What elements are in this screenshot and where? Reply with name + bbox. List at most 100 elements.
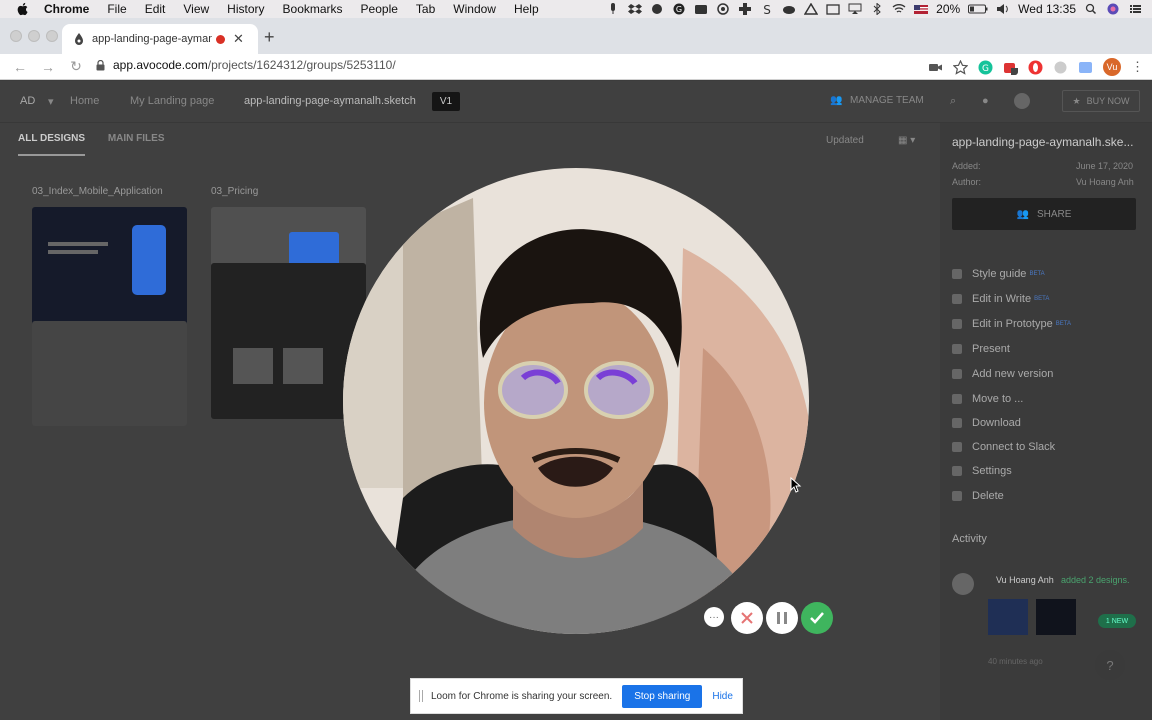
menu-file[interactable]: File (107, 2, 126, 16)
cancel-icon (741, 612, 753, 624)
opera-extension-icon[interactable] (1028, 60, 1043, 75)
finish-recording-button[interactable] (801, 602, 833, 634)
menu-bookmarks[interactable]: Bookmarks (283, 2, 343, 16)
back-icon[interactable]: ← (12, 59, 28, 75)
action-style-guide[interactable]: Style guide BETA (952, 268, 1045, 280)
activity-thumbnail[interactable] (988, 599, 1028, 635)
design-thumbnail[interactable] (211, 207, 366, 302)
inbox-icon[interactable] (826, 3, 840, 15)
window-zoom-button[interactable] (46, 30, 58, 42)
action-move-to[interactable]: Move to ... (952, 393, 1023, 405)
volume-icon[interactable] (996, 3, 1010, 15)
action-download[interactable]: Download (952, 417, 1021, 429)
pause-recording-button[interactable] (766, 602, 798, 634)
new-tab-button[interactable]: + (264, 27, 275, 48)
checkmark-icon (810, 612, 824, 624)
tab-close-icon[interactable]: ✕ (233, 31, 244, 47)
bookmark-star-icon[interactable] (953, 59, 968, 75)
menu-tab[interactable]: Tab (416, 2, 435, 16)
battery-percentage[interactable]: 20% (936, 2, 960, 16)
sort-dropdown[interactable]: Updated (826, 135, 864, 146)
breadcrumb-project[interactable]: My Landing page (130, 95, 214, 107)
notification-bell-icon[interactable]: ● (982, 95, 989, 107)
siri-icon[interactable] (1106, 3, 1120, 15)
cloud-icon[interactable] (782, 3, 796, 15)
url-path: /projects/1624312/groups/5253110/ (207, 58, 396, 72)
spotlight-search-icon[interactable] (1084, 3, 1098, 15)
action-connect-to-slack[interactable]: Connect to Slack (952, 441, 1055, 453)
action-add-new-version[interactable]: Add new version (952, 368, 1053, 380)
extension-gray-icon[interactable] (1053, 60, 1068, 75)
profile-avatar[interactable]: Vu (1103, 58, 1121, 76)
design-name[interactable]: 03_Pricing (211, 186, 258, 197)
forward-icon[interactable]: → (40, 59, 56, 75)
clock[interactable]: Wed 13:35 (1018, 2, 1076, 16)
camera-icon[interactable] (694, 3, 708, 15)
share-button[interactable]: 👥 SHARE (952, 198, 1136, 230)
address-bar[interactable]: app.avocode.com/projects/1624312/groups/… (96, 58, 396, 72)
share-icon: 👥 (1016, 208, 1029, 220)
version-badge[interactable]: V1 (432, 92, 460, 111)
action-present[interactable]: Present (952, 343, 1010, 355)
menu-window[interactable]: Window (453, 2, 496, 16)
design-thumbnail[interactable] (32, 207, 187, 327)
help-button[interactable]: ? (1095, 650, 1125, 680)
grid-view-icon[interactable]: ▦ ▾ (898, 135, 915, 146)
microphone-icon[interactable] (606, 3, 620, 15)
menu-edit[interactable]: Edit (145, 2, 166, 16)
team-icon[interactable]: 👥 (830, 95, 842, 106)
chrome-menu-icon[interactable]: ⋮ (1131, 59, 1144, 75)
menu-app-name[interactable]: Chrome (44, 2, 89, 16)
workspace-chevron-icon[interactable]: ▾ (48, 95, 54, 108)
camera-bubble[interactable] (343, 168, 809, 634)
window-minimize-button[interactable] (28, 30, 40, 42)
activity-user[interactable]: Vu Hoang Anh (996, 575, 1054, 585)
buy-now-button[interactable]: ★ BUY NOW (1062, 90, 1140, 112)
workspace-switcher[interactable]: AD (20, 95, 35, 107)
apple-icon[interactable] (16, 2, 30, 16)
bluetooth-icon[interactable] (870, 3, 884, 15)
grammarly-extension-icon[interactable]: G (978, 60, 993, 75)
plus-app-icon[interactable] (738, 3, 752, 15)
battery-icon[interactable] (968, 3, 988, 15)
activity-text: added 2 designs. (1061, 575, 1130, 585)
tab-main-files[interactable]: MAIN FILES (108, 133, 165, 144)
breadcrumb-home[interactable]: Home (70, 95, 99, 107)
grammarly-icon[interactable]: G (672, 3, 686, 15)
skype-icon[interactable]: S (760, 3, 774, 15)
hide-button[interactable]: Hide (712, 691, 733, 702)
action-delete[interactable]: Delete (952, 490, 1004, 502)
action-edit-in-write[interactable]: Edit in Write BETA (952, 293, 1049, 305)
menu-help[interactable]: Help (514, 2, 539, 16)
loom-icon[interactable] (716, 3, 730, 15)
extension-blue-icon[interactable] (1078, 60, 1093, 75)
window-close-button[interactable] (10, 30, 22, 42)
menu-people[interactable]: People (361, 2, 398, 16)
cloud-sync-icon[interactable] (650, 3, 664, 15)
us-flag-icon[interactable] (914, 3, 929, 15)
design-name[interactable]: 03_Index_Mobile_Application (32, 186, 163, 197)
google-drive-icon[interactable] (804, 3, 819, 15)
action-edit-in-prototype[interactable]: Edit in Prototype BETA (952, 318, 1071, 330)
dropbox-icon[interactable] (628, 3, 643, 15)
camera-permission-icon[interactable] (928, 60, 943, 75)
notification-center-icon[interactable] (1128, 3, 1142, 15)
menu-view[interactable]: View (183, 2, 209, 16)
more-options-button[interactable]: ··· (704, 607, 724, 627)
drag-handle-icon[interactable] (419, 690, 423, 702)
stop-sharing-button[interactable]: Stop sharing (622, 684, 703, 708)
reload-icon[interactable]: ↻ (68, 58, 84, 75)
tab-all-designs[interactable]: ALL DESIGNS (18, 133, 86, 156)
menu-history[interactable]: History (227, 2, 264, 16)
action-settings[interactable]: Settings (952, 465, 1012, 477)
search-icon[interactable]: ⌕ (950, 95, 956, 108)
manage-team-button[interactable]: MANAGE TEAM (850, 95, 924, 106)
browser-tab-active[interactable]: app-landing-page-aymana ✕ (62, 24, 258, 54)
user-avatar[interactable] (1014, 93, 1030, 109)
action-label: Add new version (972, 368, 1054, 380)
activity-thumbnail[interactable] (1036, 599, 1076, 635)
cancel-recording-button[interactable] (731, 602, 763, 634)
airplay-icon[interactable] (848, 3, 862, 15)
extension-badge-icon[interactable] (1003, 60, 1018, 75)
wifi-icon[interactable] (892, 3, 906, 15)
